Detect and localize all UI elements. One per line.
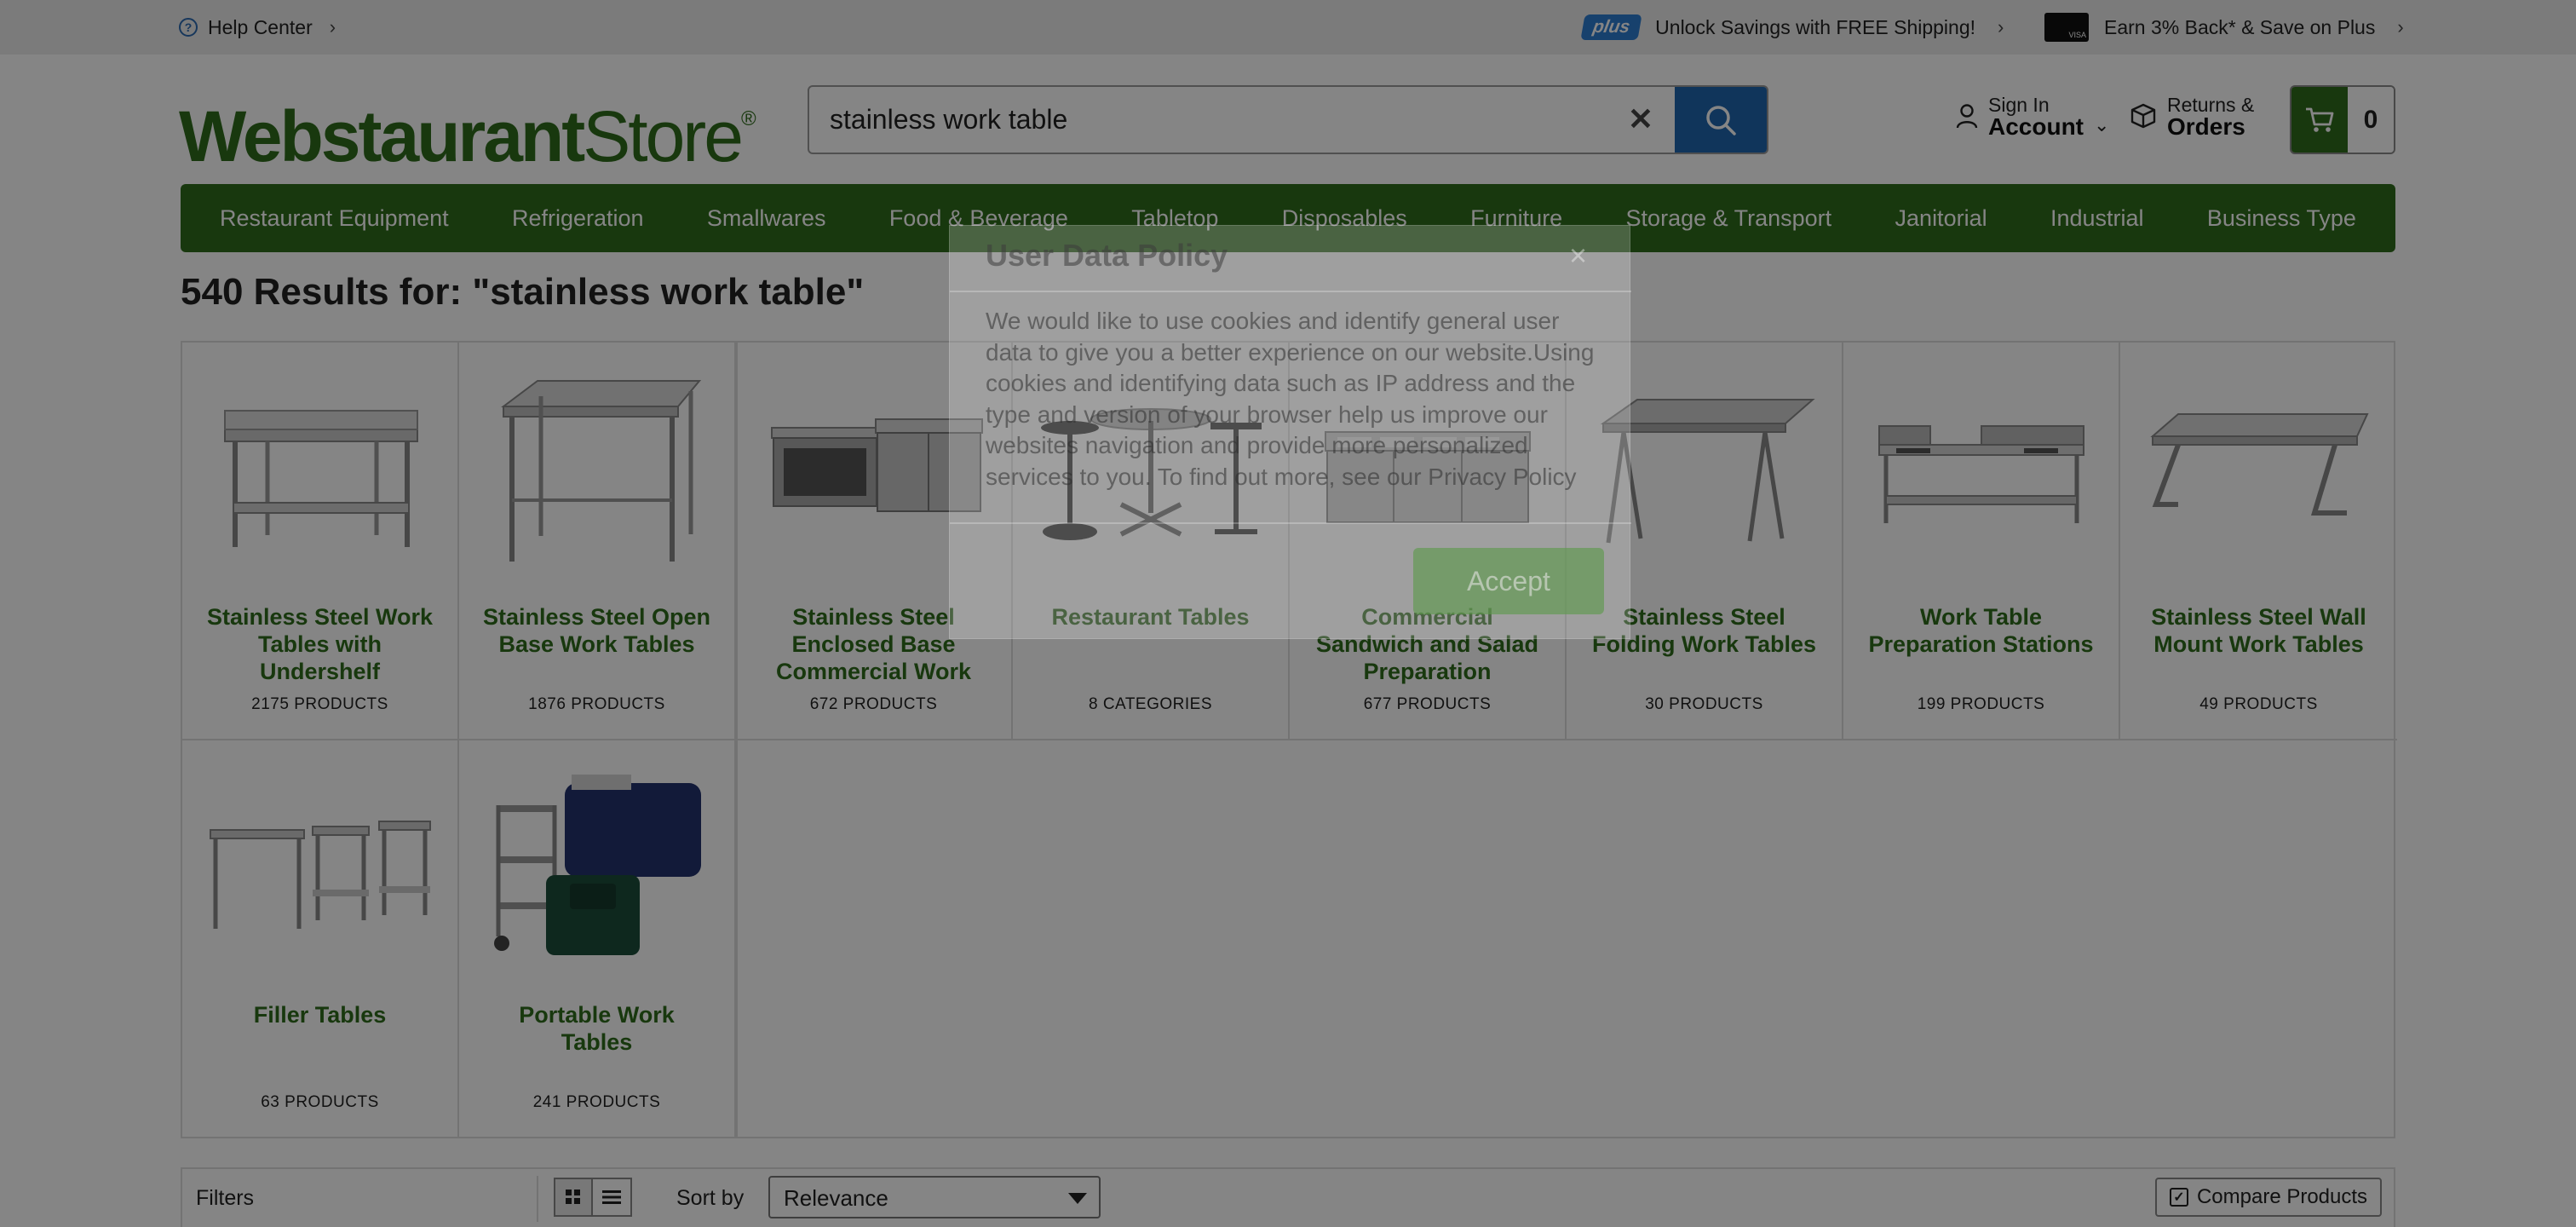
dialog-title: User Data Policy: [986, 238, 1228, 273]
page: ? Help Center › plus Unlock Savings with…: [0, 0, 2576, 1227]
dialog-divider: [950, 291, 1631, 292]
accept-button[interactable]: Accept: [1413, 548, 1604, 614]
dialog-divider: [950, 522, 1631, 524]
user-data-policy-dialog: User Data Policy × We would like to use …: [949, 225, 1631, 639]
dialog-body-text: We would like to use cookies and identif…: [986, 308, 1595, 490]
close-icon[interactable]: ×: [1569, 238, 1587, 274]
